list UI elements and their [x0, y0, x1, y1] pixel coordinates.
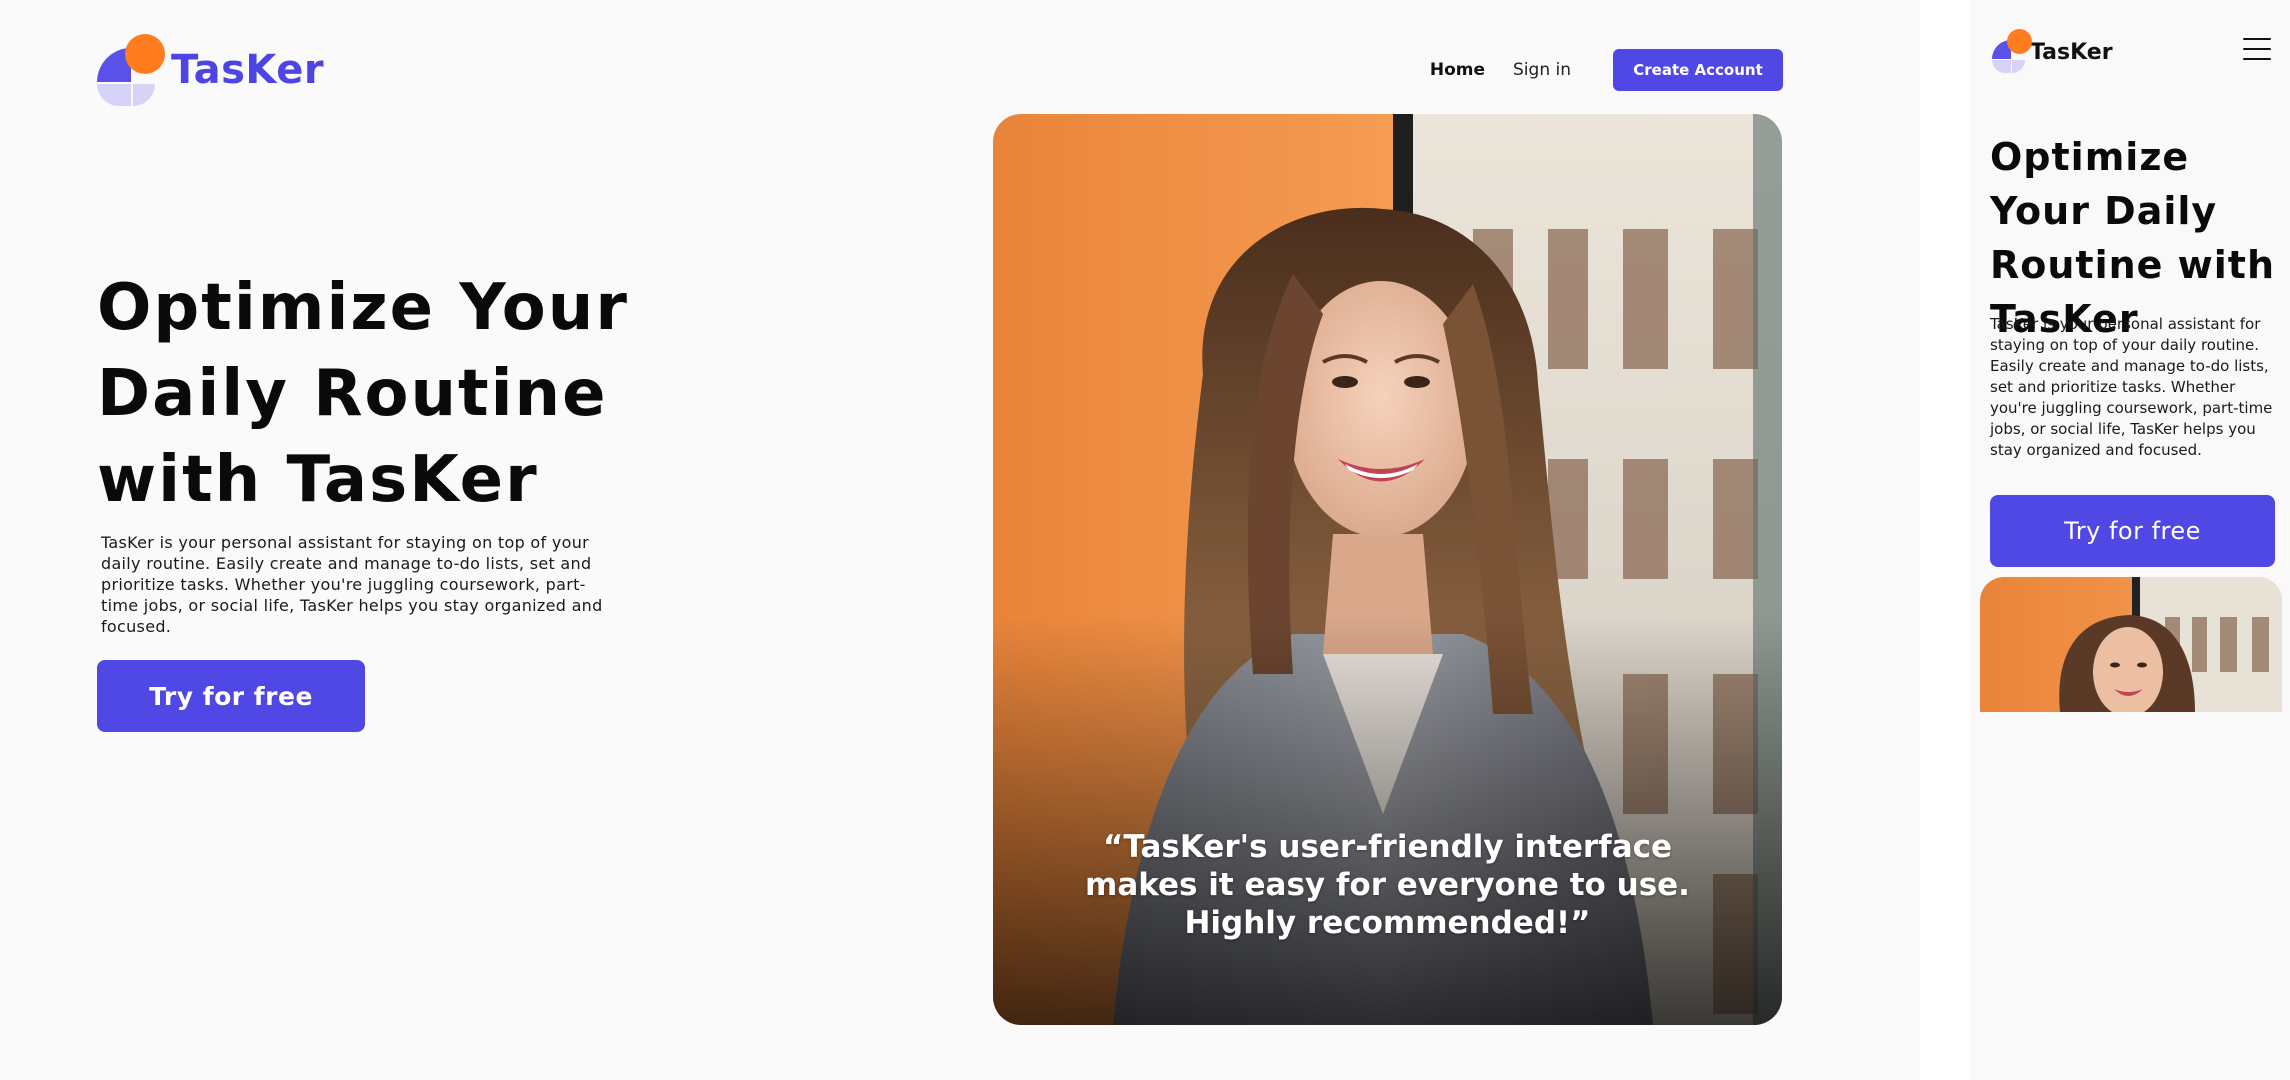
logo-mark-icon — [97, 34, 171, 106]
mobile-try-for-free-button[interactable]: Try for free — [1990, 495, 2275, 567]
mobile-portrait-image — [1980, 577, 2282, 712]
hero-description: TasKer is your personal assistant for st… — [101, 533, 603, 636]
create-account-button[interactable]: Create Account — [1613, 49, 1783, 91]
hero-title: Optimize Your Daily Routine with TasKer — [97, 265, 697, 523]
brand-name: TasKer — [171, 47, 325, 93]
brand-logo[interactable]: TasKer — [97, 34, 324, 106]
hamburger-menu-icon[interactable] — [2243, 38, 2271, 60]
desktop-view: TasKer Home Sign in Create Account Optim… — [0, 0, 1920, 1080]
brand-name: TasKer — [2030, 39, 2113, 65]
try-for-free-button[interactable]: Try for free — [97, 660, 365, 732]
mobile-view: TasKer Optimize Your Daily Routine with … — [1970, 0, 2290, 1080]
hero-title-line: Daily Routine — [97, 357, 608, 431]
nav-home-link[interactable]: Home — [1430, 60, 1485, 80]
mobile-brand-logo[interactable]: TasKer — [1992, 26, 2113, 76]
hero-title-line: Optimize Your — [97, 271, 629, 345]
top-navigation: Home Sign in Create Account — [1430, 49, 1783, 91]
hero-title-line: with TasKer — [97, 443, 539, 517]
mobile-hero-description: TasKer is your personal assistant for st… — [1990, 315, 2273, 459]
testimonial-quote: “TasKer's user-friendly interface makes … — [1085, 829, 1690, 941]
testimonial-photo-card: “TasKer's user-friendly interface makes … — [993, 114, 1782, 1025]
logo-mark-icon — [1992, 26, 2032, 76]
nav-signin-link[interactable]: Sign in — [1513, 60, 1571, 80]
